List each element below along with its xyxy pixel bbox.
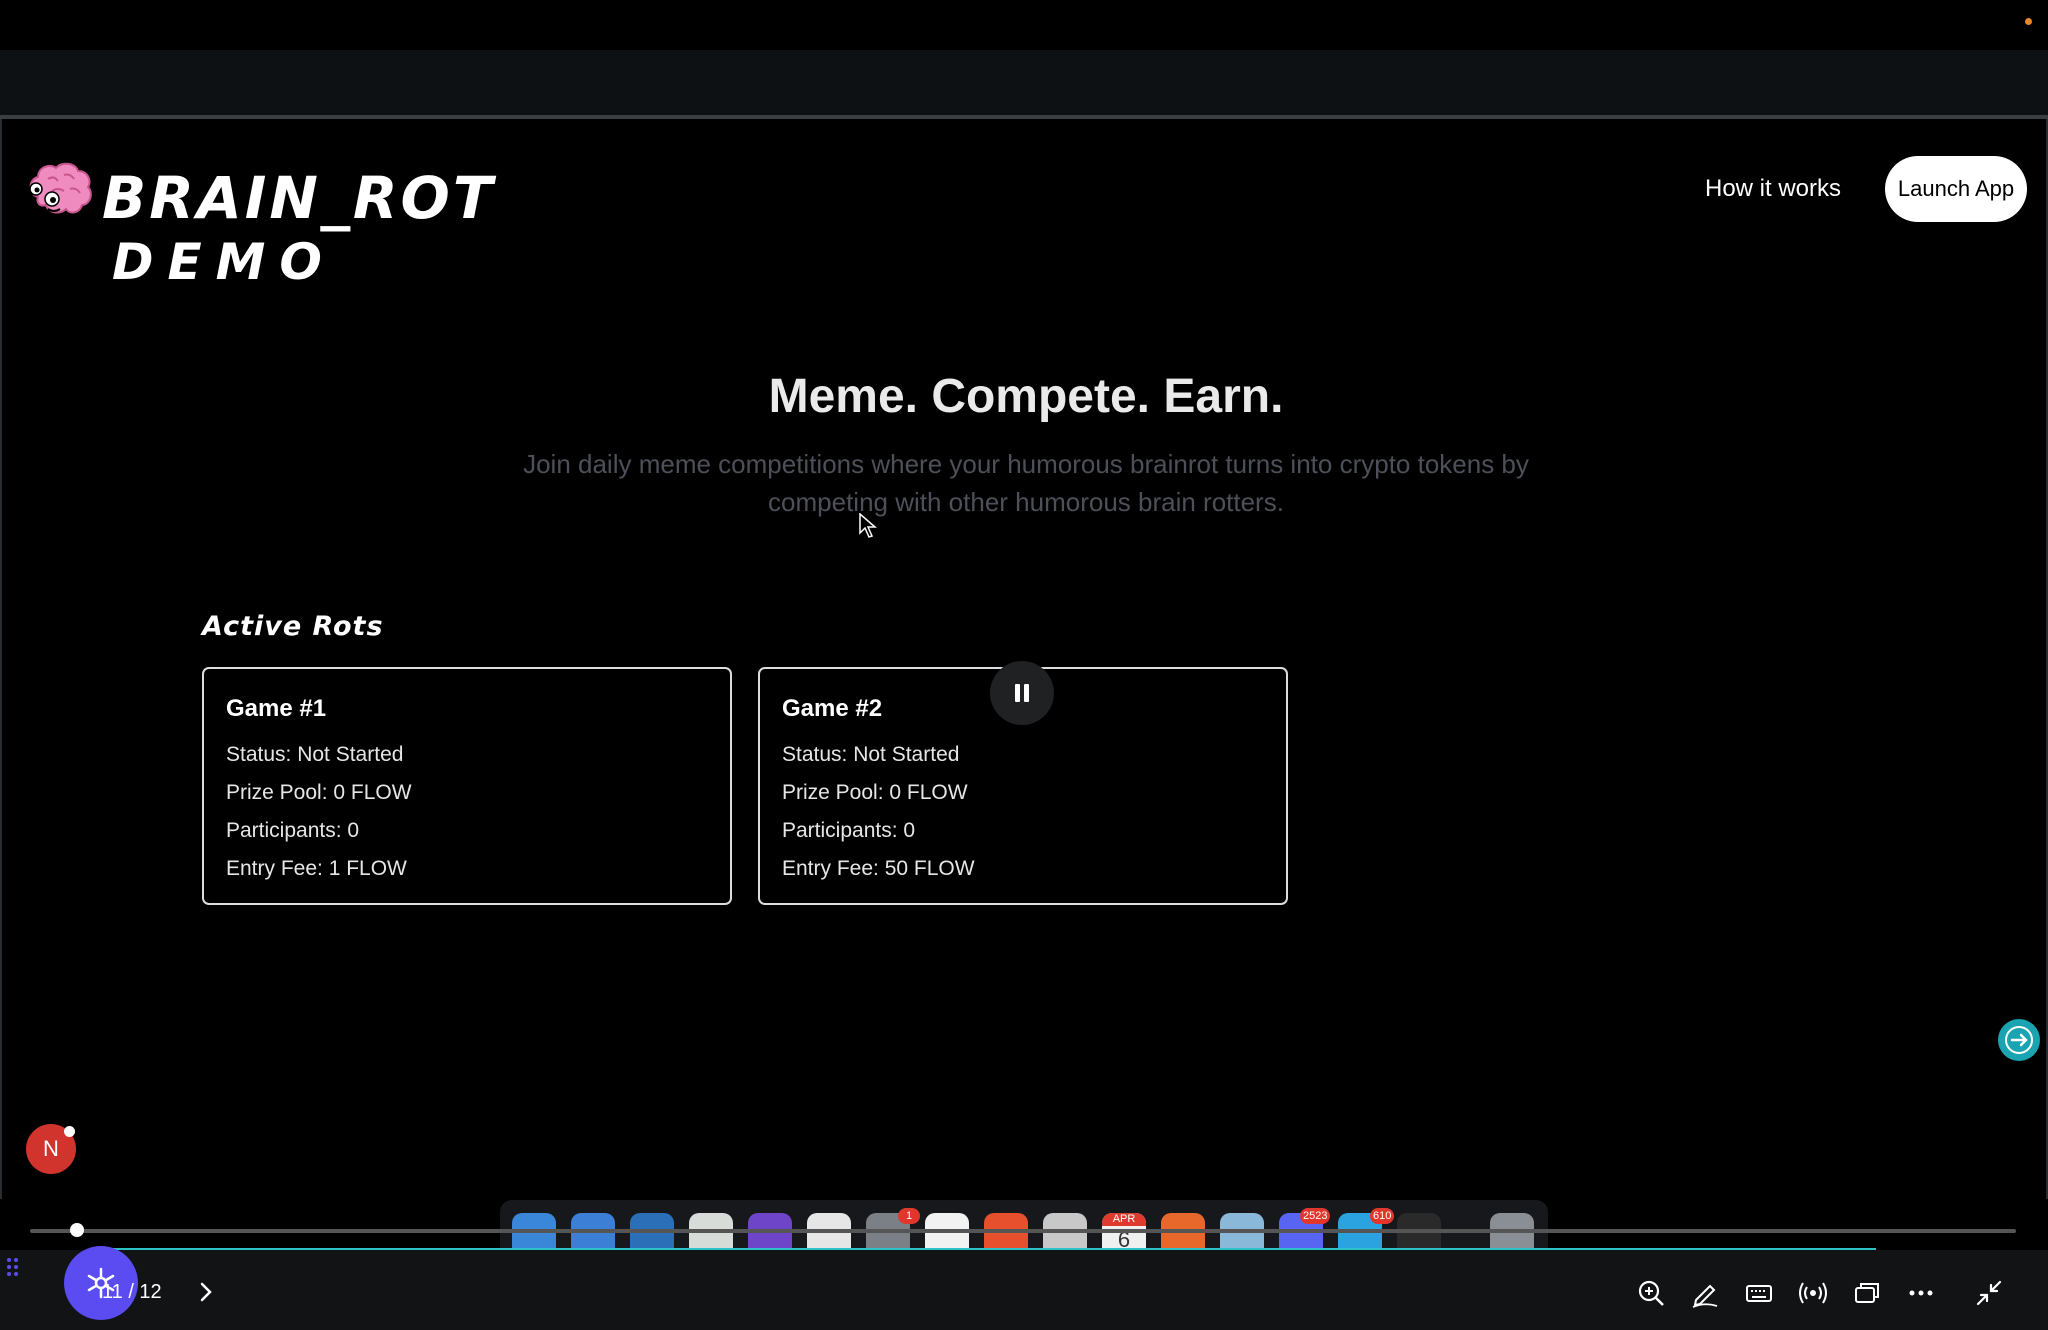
game-card[interactable]: Game #1 Status: Not Started Prize Pool: … bbox=[202, 667, 732, 905]
game-entry-fee: Entry Fee: 50 FLOW bbox=[782, 857, 975, 880]
hero-title: Meme. Compete. Earn. bbox=[768, 370, 1284, 423]
calendar-month: APR bbox=[1102, 1213, 1146, 1226]
hero-subtitle: Join daily meme competitions where your … bbox=[523, 449, 1529, 517]
drag-grip-icon[interactable] bbox=[6, 1257, 20, 1277]
presenter-controls bbox=[0, 1250, 2048, 1330]
window-icon[interactable] bbox=[1852, 1278, 1882, 1308]
badge: 1 bbox=[898, 1208, 920, 1224]
game-participants: Participants: 0 bbox=[226, 819, 360, 842]
page-counter: 11 / 12 bbox=[102, 1281, 162, 1303]
recording-dot bbox=[2025, 18, 2032, 25]
game-participants: Participants: 0 bbox=[782, 819, 916, 842]
zoom-in-icon[interactable] bbox=[1636, 1278, 1666, 1308]
exit-fullscreen-icon[interactable] bbox=[1974, 1278, 2004, 1308]
mouse-cursor-icon bbox=[859, 513, 877, 538]
badge: 610 bbox=[1370, 1208, 1395, 1224]
arrow-right-icon bbox=[2005, 1026, 2033, 1054]
game-title: Game #2 bbox=[782, 695, 883, 722]
toolbar-band bbox=[0, 50, 2048, 116]
game-prize-pool: Prize Pool: 0 FLOW bbox=[226, 781, 412, 804]
keyboard-icon[interactable] bbox=[1744, 1278, 1774, 1308]
avatar-status-dot bbox=[64, 1126, 75, 1137]
game-title: Game #1 bbox=[226, 695, 327, 722]
brain-icon bbox=[29, 162, 92, 214]
game-status: Status: Not Started bbox=[782, 743, 960, 766]
slide-stage: BRAIN_ROT DEMO How it works Launch App M… bbox=[0, 119, 2048, 1199]
launch-app-button[interactable]: Launch App bbox=[1885, 156, 2027, 222]
nav-how-it-works[interactable]: How it works bbox=[1705, 175, 1841, 203]
game-entry-fee: Entry Fee: 1 FLOW bbox=[226, 857, 407, 880]
pen-tool-icon[interactable] bbox=[1690, 1278, 1720, 1308]
video-progress-track[interactable] bbox=[30, 1229, 2016, 1233]
top-bar bbox=[0, 0, 2048, 50]
more-icon[interactable] bbox=[1906, 1278, 1936, 1308]
active-rots-title: Active Rots bbox=[202, 611, 384, 642]
broadcast-icon[interactable] bbox=[1798, 1278, 1828, 1308]
next-slide-button[interactable] bbox=[1998, 1019, 2040, 1061]
badge: 2523 bbox=[1300, 1208, 1331, 1224]
logo-subtitle: DEMO bbox=[112, 233, 336, 291]
logo-title: BRAIN_ROT bbox=[102, 164, 496, 232]
progress-knob[interactable] bbox=[70, 1223, 84, 1237]
chevron-right-icon[interactable] bbox=[196, 1280, 216, 1304]
game-prize-pool: Prize Pool: 0 FLOW bbox=[782, 781, 968, 804]
game-status: Status: Not Started bbox=[226, 743, 404, 766]
pause-button[interactable] bbox=[990, 661, 1054, 725]
